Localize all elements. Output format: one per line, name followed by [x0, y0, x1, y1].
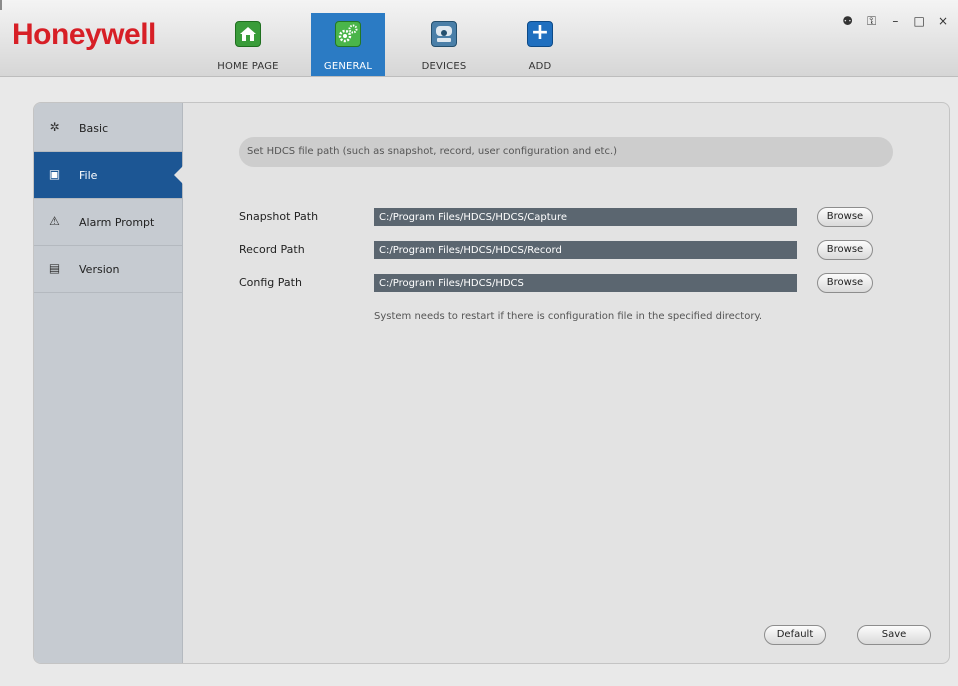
sidebar-item-alarm-prompt[interactable]: ⚠ Alarm Prompt [34, 199, 182, 246]
record-path-field[interactable] [374, 241, 797, 259]
sidebar-item-label: Version [79, 263, 120, 276]
top-bar: Honeywell HOME PAGE GENERAL DEVICES + AD… [0, 0, 958, 77]
save-icon: ▣ [48, 167, 61, 181]
sidebar-item-label: Alarm Prompt [79, 216, 155, 229]
settings-panel: ✲ Basic ▣ File ⚠ Alarm Prompt ▤ Version … [33, 102, 950, 664]
snapshot-path-field[interactable] [374, 208, 797, 226]
add-icon: + [527, 21, 553, 47]
minimize-button[interactable]: – [888, 14, 902, 28]
gear-icon: ✲ [49, 120, 60, 134]
sidebar-item-label: Basic [79, 122, 109, 135]
tab-general[interactable]: GENERAL [311, 13, 385, 76]
user-icon[interactable]: ⚉ [841, 14, 855, 28]
path-hint: Set HDCS file path (such as snapshot, re… [239, 137, 893, 167]
document-icon: ▤ [48, 261, 61, 275]
brand-logo: Honeywell [12, 18, 156, 51]
snapshot-browse-button[interactable]: Browse [817, 207, 873, 227]
restart-note: System needs to restart if there is conf… [374, 311, 763, 322]
sidebar: ✲ Basic ▣ File ⚠ Alarm Prompt ▤ Version [34, 103, 183, 663]
tab-label: HOME PAGE [217, 61, 279, 72]
maximize-button[interactable]: □ [912, 14, 926, 28]
tab-label: GENERAL [323, 61, 373, 72]
sidebar-item-version[interactable]: ▤ Version [34, 246, 182, 293]
record-path-label: Record Path [239, 243, 305, 256]
tab-label: DEVICES [421, 61, 467, 72]
home-icon [235, 21, 261, 47]
window-edge-marker [0, 0, 2, 10]
sidebar-item-basic[interactable]: ✲ Basic [34, 105, 182, 152]
config-path-field[interactable] [374, 274, 797, 292]
config-browse-button[interactable]: Browse [817, 273, 873, 293]
close-button[interactable]: × [936, 14, 950, 28]
lock-icon[interactable]: ⚿ [865, 14, 879, 29]
tab-add[interactable]: + ADD [503, 13, 577, 76]
tab-home-page[interactable]: HOME PAGE [211, 13, 285, 76]
tab-devices[interactable]: DEVICES [407, 13, 481, 76]
warning-icon: ⚠ [49, 214, 60, 228]
snapshot-path-label: Snapshot Path [239, 210, 319, 223]
gear-icon [335, 21, 361, 47]
sidebar-item-file[interactable]: ▣ File [34, 152, 183, 199]
default-button[interactable]: Default [764, 625, 826, 645]
tab-label: ADD [528, 61, 552, 72]
window-controls: ⚉ ⚿ – □ × [835, 14, 950, 29]
config-path-label: Config Path [239, 276, 302, 289]
devices-icon [431, 21, 457, 47]
save-button[interactable]: Save [857, 625, 931, 645]
sidebar-item-label: File [79, 169, 98, 182]
record-browse-button[interactable]: Browse [817, 240, 873, 260]
